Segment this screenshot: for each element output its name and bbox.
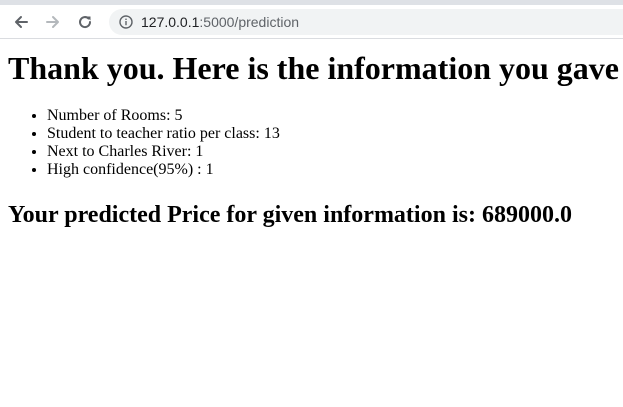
list-item-ratio: Student to teacher ratio per class: 13 bbox=[47, 125, 280, 143]
arrow-left-icon bbox=[15, 16, 28, 28]
list-item-river: Next to Charles River: 1 bbox=[47, 143, 280, 161]
address-bar[interactable]: 127.0.0.1:5000/prediction bbox=[109, 9, 623, 35]
list-item-confidence: High confidence(95%) : 1 bbox=[47, 161, 280, 179]
forward-button[interactable] bbox=[42, 11, 64, 33]
reload-button[interactable] bbox=[74, 11, 96, 33]
arrow-right-icon bbox=[46, 16, 59, 28]
info-list: Number of Rooms: 5 Student to teacher ra… bbox=[8, 107, 280, 179]
url-text[interactable]: 127.0.0.1:5000/prediction bbox=[141, 9, 299, 35]
prediction-result: Your predicted Price for given informati… bbox=[8, 202, 572, 228]
list-item-rooms: Number of Rooms: 5 bbox=[47, 107, 280, 125]
back-button[interactable] bbox=[10, 11, 32, 33]
page-content: Thank you. Here is the information you g… bbox=[0, 39, 623, 407]
reload-icon bbox=[79, 16, 92, 29]
browser-toolbar: 127.0.0.1:5000/prediction bbox=[0, 5, 623, 39]
page-title: Thank you. Here is the information you g… bbox=[8, 50, 619, 86]
url-path: :5000/prediction bbox=[199, 14, 300, 30]
info-icon[interactable] bbox=[119, 15, 133, 29]
url-host: 127.0.0.1 bbox=[141, 14, 200, 30]
